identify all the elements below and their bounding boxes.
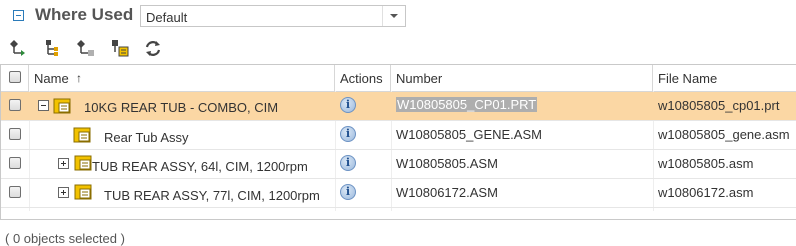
row-checkbox[interactable]	[9, 157, 21, 169]
where-used-table: Name ↑ Actions Number File Name 10KG REA…	[0, 64, 796, 220]
row-file-name: w10805805_cp01.prt	[658, 98, 780, 113]
row-number[interactable]: W10806172.ASM	[396, 185, 498, 200]
row-name[interactable]: TUB REAR ASSY, 64l, CIM, 1200rpm	[92, 159, 308, 174]
collapse-tree-icon[interactable]	[76, 38, 96, 58]
info-icon[interactable]: i	[340, 126, 356, 142]
row-name[interactable]: Rear Tub Assy	[104, 130, 189, 145]
view-select-value: Default	[146, 10, 188, 25]
page-title: Where Used	[35, 5, 134, 24]
row-number[interactable]: W10805805_CP01.PRT	[396, 97, 538, 112]
column-header-number[interactable]: Number	[391, 65, 653, 91]
column-number-label: Number	[396, 71, 443, 86]
info-icon[interactable]: i	[340, 155, 356, 171]
row-name[interactable]: 10KG REAR TUB - COMBO, CIM	[84, 100, 278, 115]
selection-status: ( 0 objects selected )	[5, 231, 125, 246]
assembly-icon	[53, 98, 71, 114]
refresh-icon[interactable]	[143, 38, 163, 58]
expand-tree-icon[interactable]	[9, 38, 29, 58]
expand-node-icon[interactable]	[58, 158, 69, 169]
structure-icon[interactable]	[110, 38, 130, 58]
column-actions-label: Actions	[340, 71, 383, 86]
row-file-name: w10805805.asm	[658, 156, 754, 171]
toolbar	[0, 34, 796, 62]
sort-ascending-icon[interactable]: ↑	[76, 71, 82, 85]
row-checkbox[interactable]	[9, 186, 21, 198]
column-header-name[interactable]: Name ↑	[29, 65, 335, 91]
row-checkbox[interactable]	[9, 99, 21, 111]
row-checkbox[interactable]	[9, 128, 21, 140]
assembly-icon	[74, 184, 92, 200]
row-file-name: w10805805_gene.asm	[658, 127, 790, 142]
row-number[interactable]: W10805805.ASM	[396, 156, 498, 171]
select-all-checkbox[interactable]	[9, 71, 21, 83]
column-header-actions[interactable]: Actions	[335, 65, 391, 91]
table-row[interactable]: Rear Tub Assy i W10805805_GENE.ASM w1080…	[1, 121, 796, 150]
column-file-name-label: File Name	[658, 71, 718, 86]
assembly-icon	[74, 155, 92, 171]
info-icon[interactable]: i	[340, 97, 356, 113]
header-checkbox-cell	[1, 65, 29, 91]
chevron-down-icon[interactable]	[382, 6, 405, 26]
collapse-node-icon[interactable]	[38, 100, 49, 111]
column-header-file-name[interactable]: File Name	[653, 65, 796, 91]
status-bar: ( 0 objects selected )	[0, 219, 796, 246]
collapse-section-icon[interactable]	[13, 10, 24, 21]
table-header: Name ↑ Actions Number File Name	[1, 65, 796, 92]
row-file-name: w10806172.asm	[658, 185, 754, 200]
table-row[interactable]: 10KG REAR TUB - COMBO, CIM i W10805805_C…	[1, 92, 796, 121]
row-number[interactable]: W10805805_GENE.ASM	[396, 127, 542, 142]
column-name-label: Name	[34, 71, 69, 86]
hierarchy-icon[interactable]	[43, 38, 63, 58]
assembly-icon	[73, 127, 91, 143]
info-icon[interactable]: i	[340, 184, 356, 200]
row-name[interactable]: TUB REAR ASSY, 77l, CIM, 1200rpm	[104, 188, 320, 203]
table-row[interactable]: TUB REAR ASSY, 64l, CIM, 1200rpm i W1080…	[1, 150, 796, 179]
table-row[interactable]: TUB REAR ASSY, 77l, CIM, 1200rpm i W1080…	[1, 179, 796, 208]
view-select[interactable]: Default	[140, 5, 406, 27]
expand-node-icon[interactable]	[58, 187, 69, 198]
title-bar: Where Used Default	[0, 0, 796, 34]
